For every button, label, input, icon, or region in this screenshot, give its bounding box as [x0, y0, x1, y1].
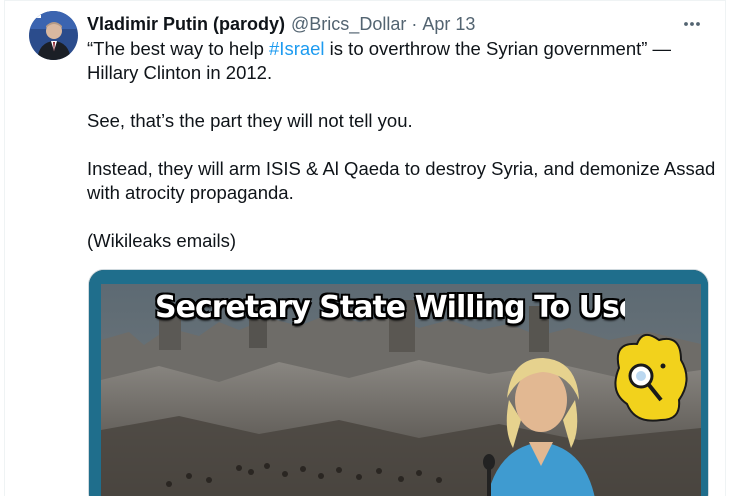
tweet-card[interactable]: Vladimir Putin (parody) @Brics_Dollar · …: [4, 0, 726, 496]
tweet-paragraph-3: Instead, they will arm ISIS & Al Qaeda t…: [87, 158, 716, 203]
more-options-button[interactable]: [679, 11, 705, 37]
tweet-paragraph-2: See, that’s the part they will not tell …: [87, 110, 413, 131]
video-caption: Secretary State Willing To Use: [155, 289, 625, 325]
tweet-text: “The best way to help #Israel is to over…: [87, 37, 717, 253]
author-handle[interactable]: @Brics_Dollar: [291, 14, 406, 35]
tweet-date[interactable]: Apr 13: [422, 14, 475, 35]
author-display-name[interactable]: Vladimir Putin (parody): [87, 14, 285, 35]
tweet-header: Vladimir Putin (parody) @Brics_Dollar · …: [87, 12, 703, 36]
avatar-photo: [29, 11, 78, 60]
tweet-text-quote-start: “The best way to help: [87, 38, 270, 59]
tweet-media-video[interactable]: Secretary State Willing To Use: [88, 269, 709, 496]
more-horizontal-icon: [684, 22, 700, 26]
separator-dot: ·: [411, 13, 418, 34]
tweet-paragraph-1: “The best way to help #Israel is to over…: [87, 37, 717, 85]
tweet-paragraph-4: (Wikileaks emails): [87, 230, 237, 251]
hashtag-link[interactable]: #Israel: [269, 38, 325, 59]
avatar[interactable]: [29, 11, 78, 60]
